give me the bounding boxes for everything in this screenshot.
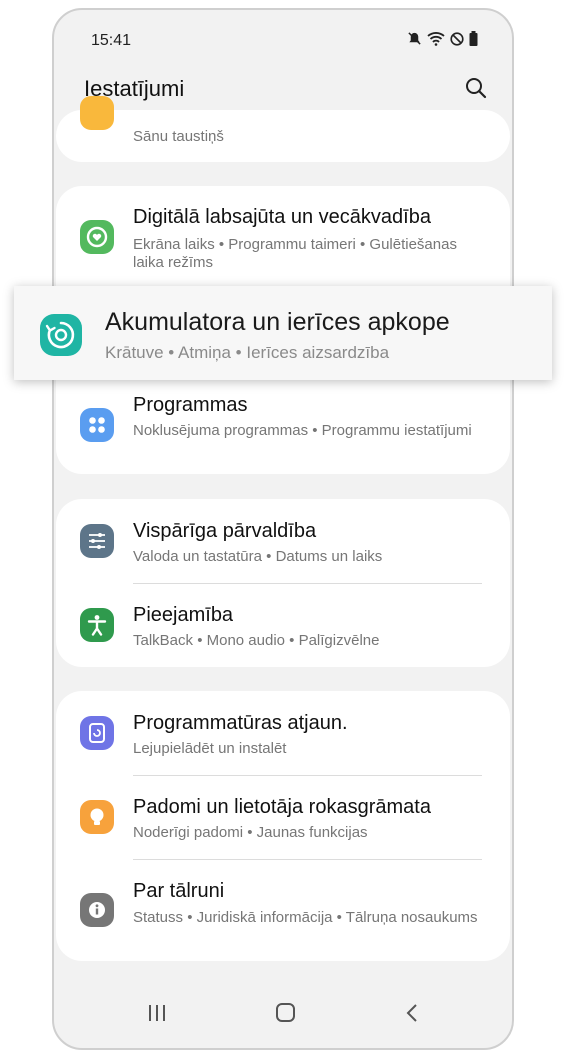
navigation-bar xyxy=(54,978,512,1048)
settings-item-subtitle: Ekrāna laiks • Programmu taimeri • Gulēt… xyxy=(133,236,457,271)
wellbeing-icon xyxy=(80,220,114,254)
highlighted-item-device-care[interactable]: Akumulatora un ierīces apkope Krātuve • … xyxy=(14,286,552,380)
software-update-icon xyxy=(80,716,114,750)
settings-item-title: Programmas xyxy=(133,394,248,416)
no-disturb-icon xyxy=(450,31,464,51)
settings-item-subtitle: Noderīgi padomi • Jaunas funkcijas xyxy=(133,824,368,841)
settings-item-title: Pieejamība xyxy=(133,604,234,626)
device-care-icon xyxy=(40,314,82,356)
settings-group-about: Programmatūras atjaun. Lejupielādēt un i… xyxy=(56,691,510,961)
settings-item-subtitle: Lejupielādēt un instalēt xyxy=(133,740,287,757)
settings-item-about-phone[interactable]: Par tālruni Statuss • Juridiskā informāc… xyxy=(56,859,510,961)
settings-item-accessibility[interactable]: Pieejamība TalkBack • Mono audio • Palīg… xyxy=(56,583,510,667)
search-icon[interactable] xyxy=(464,76,488,100)
back-icon[interactable] xyxy=(398,1000,428,1026)
side-key-icon xyxy=(80,96,114,130)
status-time: 15:41 xyxy=(91,32,132,49)
recent-apps-icon[interactable] xyxy=(142,1000,172,1026)
settings-item-title: Programmatūras atjaun. xyxy=(133,712,348,734)
settings-group-side-key: Sānu taustiņš xyxy=(56,96,510,162)
accessibility-icon xyxy=(80,608,114,642)
settings-item-subtitle: Valoda un tastatūra • Datums un laiks xyxy=(133,548,383,565)
settings-item-title: Digitālā labsajūta un vecākvadība xyxy=(133,206,431,228)
settings-item-subtitle: TalkBack • Mono audio • Palīgizvēlne xyxy=(133,632,380,649)
apps-icon xyxy=(80,408,114,442)
settings-item-software-update[interactable]: Programmatūras atjaun. Lejupielādēt un i… xyxy=(56,691,510,775)
settings-item-general-management[interactable]: Vispārīga pārvaldība Valoda un tastatūra… xyxy=(56,499,510,583)
phone-frame: 15:41 Iestatījumi Sānu taustiņš Digitālā… xyxy=(52,8,514,1050)
settings-item-title: Par tālruni xyxy=(133,880,225,902)
wifi-icon xyxy=(427,31,445,51)
settings-item-wellbeing[interactable]: Digitālā labsajūta un vecākvadība Ekrāna… xyxy=(56,186,510,286)
settings-item-tips[interactable]: Padomi un lietotāja rokasgrāmata Noderīg… xyxy=(56,775,510,859)
home-icon[interactable] xyxy=(270,1000,300,1026)
battery-icon xyxy=(469,31,478,51)
settings-item-subtitle: Sānu taustiņš xyxy=(133,128,224,145)
settings-item-title: Padomi un lietotāja rokasgrāmata xyxy=(133,796,431,818)
mute-icon xyxy=(407,31,422,51)
general-management-icon xyxy=(80,524,114,558)
settings-item-title: Vispārīga pārvaldība xyxy=(133,520,317,542)
settings-item-subtitle: Noklusējuma programmas • Programmu iesta… xyxy=(133,422,472,439)
status-bar: 15:41 xyxy=(54,10,512,70)
settings-item-subtitle: Statuss • Juridiskā informācija • Tālruņ… xyxy=(133,909,478,926)
highlighted-item-subtitle: Krātuve • Atmiņa • Ierīces aizsardzība xyxy=(105,343,390,362)
settings-group-general: Vispārīga pārvaldība Valoda un tastatūra… xyxy=(56,499,510,667)
info-icon xyxy=(80,893,114,927)
highlighted-item-title: Akumulatora un ierīces apkope xyxy=(105,308,450,336)
tips-icon xyxy=(80,800,114,834)
settings-item-side-key[interactable]: Sānu taustiņš xyxy=(56,96,510,162)
